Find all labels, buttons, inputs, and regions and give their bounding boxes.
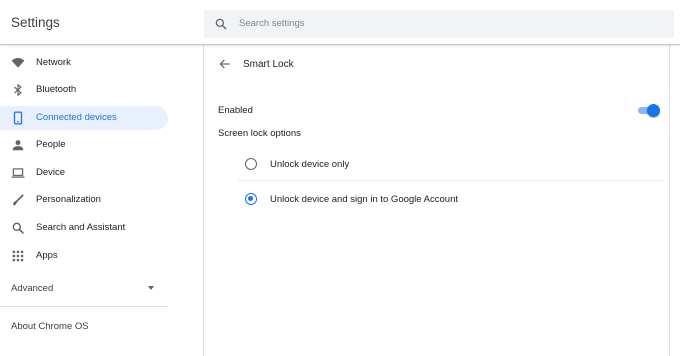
search-icon xyxy=(215,18,227,30)
apps-grid-icon xyxy=(11,249,25,263)
advanced-label: Advanced xyxy=(11,283,54,294)
radio-unlock-and-sign-in[interactable]: Unlock device and sign in to Google Acco… xyxy=(238,182,663,216)
radio-button[interactable] xyxy=(245,193,257,205)
search-icon xyxy=(11,221,25,235)
laptop-icon xyxy=(11,166,25,180)
sidebar-divider xyxy=(0,306,168,307)
about-chrome-os-link[interactable]: About Chrome OS xyxy=(11,321,89,332)
sidebar-item-label: Bluetooth xyxy=(36,84,77,95)
enabled-toggle[interactable] xyxy=(638,104,660,117)
sidebar-item-personalization[interactable]: Personalization xyxy=(0,188,168,212)
sidebar-item-label: Personalization xyxy=(36,194,101,205)
search-placeholder: Search settings xyxy=(239,18,305,29)
sidebar-item-people[interactable]: People xyxy=(0,133,168,157)
radio-unlock-device-only[interactable]: Unlock device only xyxy=(238,147,663,181)
bluetooth-icon xyxy=(11,83,25,97)
sidebar-item-bluetooth[interactable]: Bluetooth xyxy=(0,78,168,102)
app-title: Settings xyxy=(11,15,60,30)
sidebar-item-label: People xyxy=(36,139,66,150)
advanced-toggle[interactable]: Advanced xyxy=(0,276,168,300)
brush-icon xyxy=(11,193,25,207)
sidebar-item-label: Connected devices xyxy=(36,112,117,123)
person-icon xyxy=(11,138,25,152)
sidebar-item-apps[interactable]: Apps xyxy=(0,244,168,268)
sidebar-item-search-and-assistant[interactable]: Search and Assistant xyxy=(0,216,168,240)
radio-button[interactable] xyxy=(245,158,257,170)
phone-icon xyxy=(11,111,25,125)
sidebar-item-label: Network xyxy=(36,57,71,68)
radio-label: Unlock device only xyxy=(270,159,350,170)
sidebar-item-device[interactable]: Device xyxy=(0,161,168,185)
sidebar-item-network[interactable]: Network xyxy=(0,51,168,75)
sidebar-item-label: Apps xyxy=(36,250,58,261)
radio-label: Unlock device and sign in to Google Acco… xyxy=(270,194,459,205)
sidebar-item-label: Device xyxy=(36,167,66,178)
enabled-label: Enabled xyxy=(218,105,253,116)
chevron-down-icon xyxy=(148,286,154,290)
top-bar: Settings Search settings xyxy=(0,0,680,45)
search-input[interactable]: Search settings xyxy=(204,10,674,38)
page-title: Smart Lock xyxy=(243,59,294,70)
sidebar-item-label: Search and Assistant xyxy=(36,222,126,233)
sidebar: Network Bluetooth Connected devices Peop… xyxy=(0,45,204,356)
smart-lock-page: Smart Lock Enabled Screen lock options U… xyxy=(205,45,670,356)
toggle-knob xyxy=(647,104,660,117)
wifi-icon xyxy=(11,56,25,70)
sidebar-item-connected-devices[interactable]: Connected devices xyxy=(0,106,168,130)
back-arrow-icon[interactable] xyxy=(218,57,232,71)
screen-lock-options-label: Screen lock options xyxy=(218,128,301,139)
